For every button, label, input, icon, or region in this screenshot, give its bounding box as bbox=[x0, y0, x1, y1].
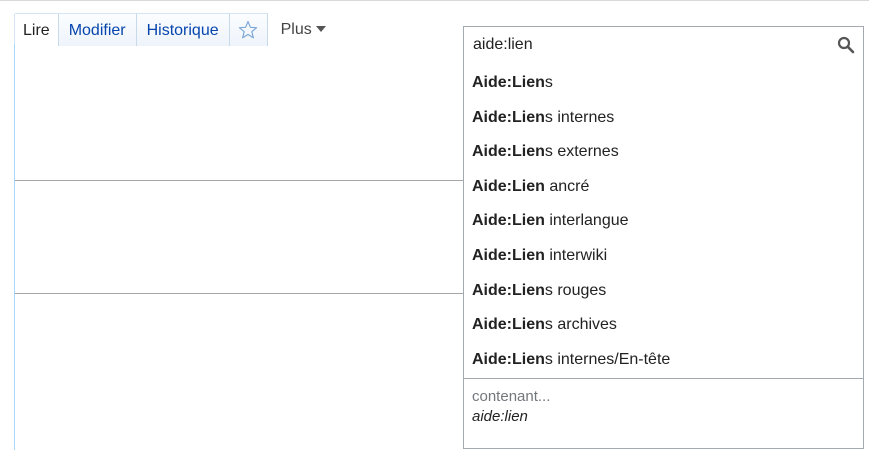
search-box bbox=[463, 26, 864, 63]
suggestion-match: Aide:Lien bbox=[472, 177, 545, 195]
star-outline-icon bbox=[238, 20, 258, 39]
divider bbox=[15, 293, 465, 294]
page-actions-tabs: Lire Modifier Historique Plus bbox=[15, 13, 340, 46]
suggestion-rest: s archives bbox=[544, 316, 617, 334]
magnifier-icon[interactable] bbox=[837, 36, 855, 54]
suggestion-match: Aide:Lien bbox=[472, 316, 545, 334]
search-suggestions-dropdown: Aide:Liens Aide:Liens internes Aide:Lien… bbox=[463, 62, 864, 449]
more-menu-label: Plus bbox=[280, 21, 312, 38]
content-left-border bbox=[14, 44, 15, 450]
suggestion-rest: ancré bbox=[544, 177, 590, 195]
suggestion-rest: s rouges bbox=[544, 281, 607, 299]
chevron-down-icon bbox=[315, 25, 326, 32]
suggestion-item[interactable]: Aide:Liens archives bbox=[464, 308, 863, 343]
tab-read[interactable]: Lire bbox=[15, 13, 58, 46]
top-border bbox=[0, 0, 869, 1]
suggestion-match: Aide:Lien bbox=[472, 246, 545, 264]
tab-history[interactable]: Historique bbox=[135, 13, 229, 46]
suggestion-item[interactable]: Aide:Lien interwiki bbox=[464, 239, 863, 274]
suggestion-rest: s internes bbox=[544, 108, 615, 126]
fulltext-label: contenant... bbox=[472, 388, 551, 405]
suggestion-match: Aide:Lien bbox=[472, 74, 545, 91]
suggestion-item[interactable]: Aide:Liens rouges bbox=[464, 274, 863, 309]
suggestion-item[interactable]: Aide:Lien interlangue bbox=[464, 204, 863, 239]
suggestion-match: Aide:Lien bbox=[472, 212, 545, 230]
suggestion-item[interactable]: Aide:Liens internes/En-tête bbox=[464, 343, 863, 378]
divider bbox=[15, 180, 465, 181]
suggestion-rest: s internes/En-tête bbox=[544, 350, 671, 368]
suggestion-match: Aide:Lien bbox=[472, 350, 545, 368]
more-menu[interactable]: Plus bbox=[266, 13, 340, 46]
suggestion-match: Aide:Lien bbox=[472, 143, 545, 161]
suggestion-item[interactable]: Aide:Liens externes bbox=[464, 135, 863, 170]
search-input[interactable] bbox=[464, 27, 824, 62]
suggestion-item[interactable]: Aide:Lien ancré bbox=[464, 170, 863, 205]
tab-edit[interactable]: Modifier bbox=[57, 13, 136, 46]
fulltext-query: aide:lien bbox=[472, 408, 528, 425]
suggestion-rest: interwiki bbox=[544, 246, 608, 264]
suggestion-rest: interlangue bbox=[544, 212, 629, 230]
fulltext-search-option[interactable]: contenant... aide:lien bbox=[464, 378, 863, 448]
suggestion-rest: s bbox=[544, 74, 553, 91]
suggestion-rest: s externes bbox=[544, 143, 619, 161]
suggestion-match: Aide:Lien bbox=[472, 281, 545, 299]
watch-star-button[interactable] bbox=[228, 13, 267, 46]
suggestion-item[interactable]: Aide:Liens bbox=[464, 66, 863, 101]
suggestion-match: Aide:Lien bbox=[472, 108, 545, 126]
suggestion-item[interactable]: Aide:Liens internes bbox=[464, 101, 863, 136]
